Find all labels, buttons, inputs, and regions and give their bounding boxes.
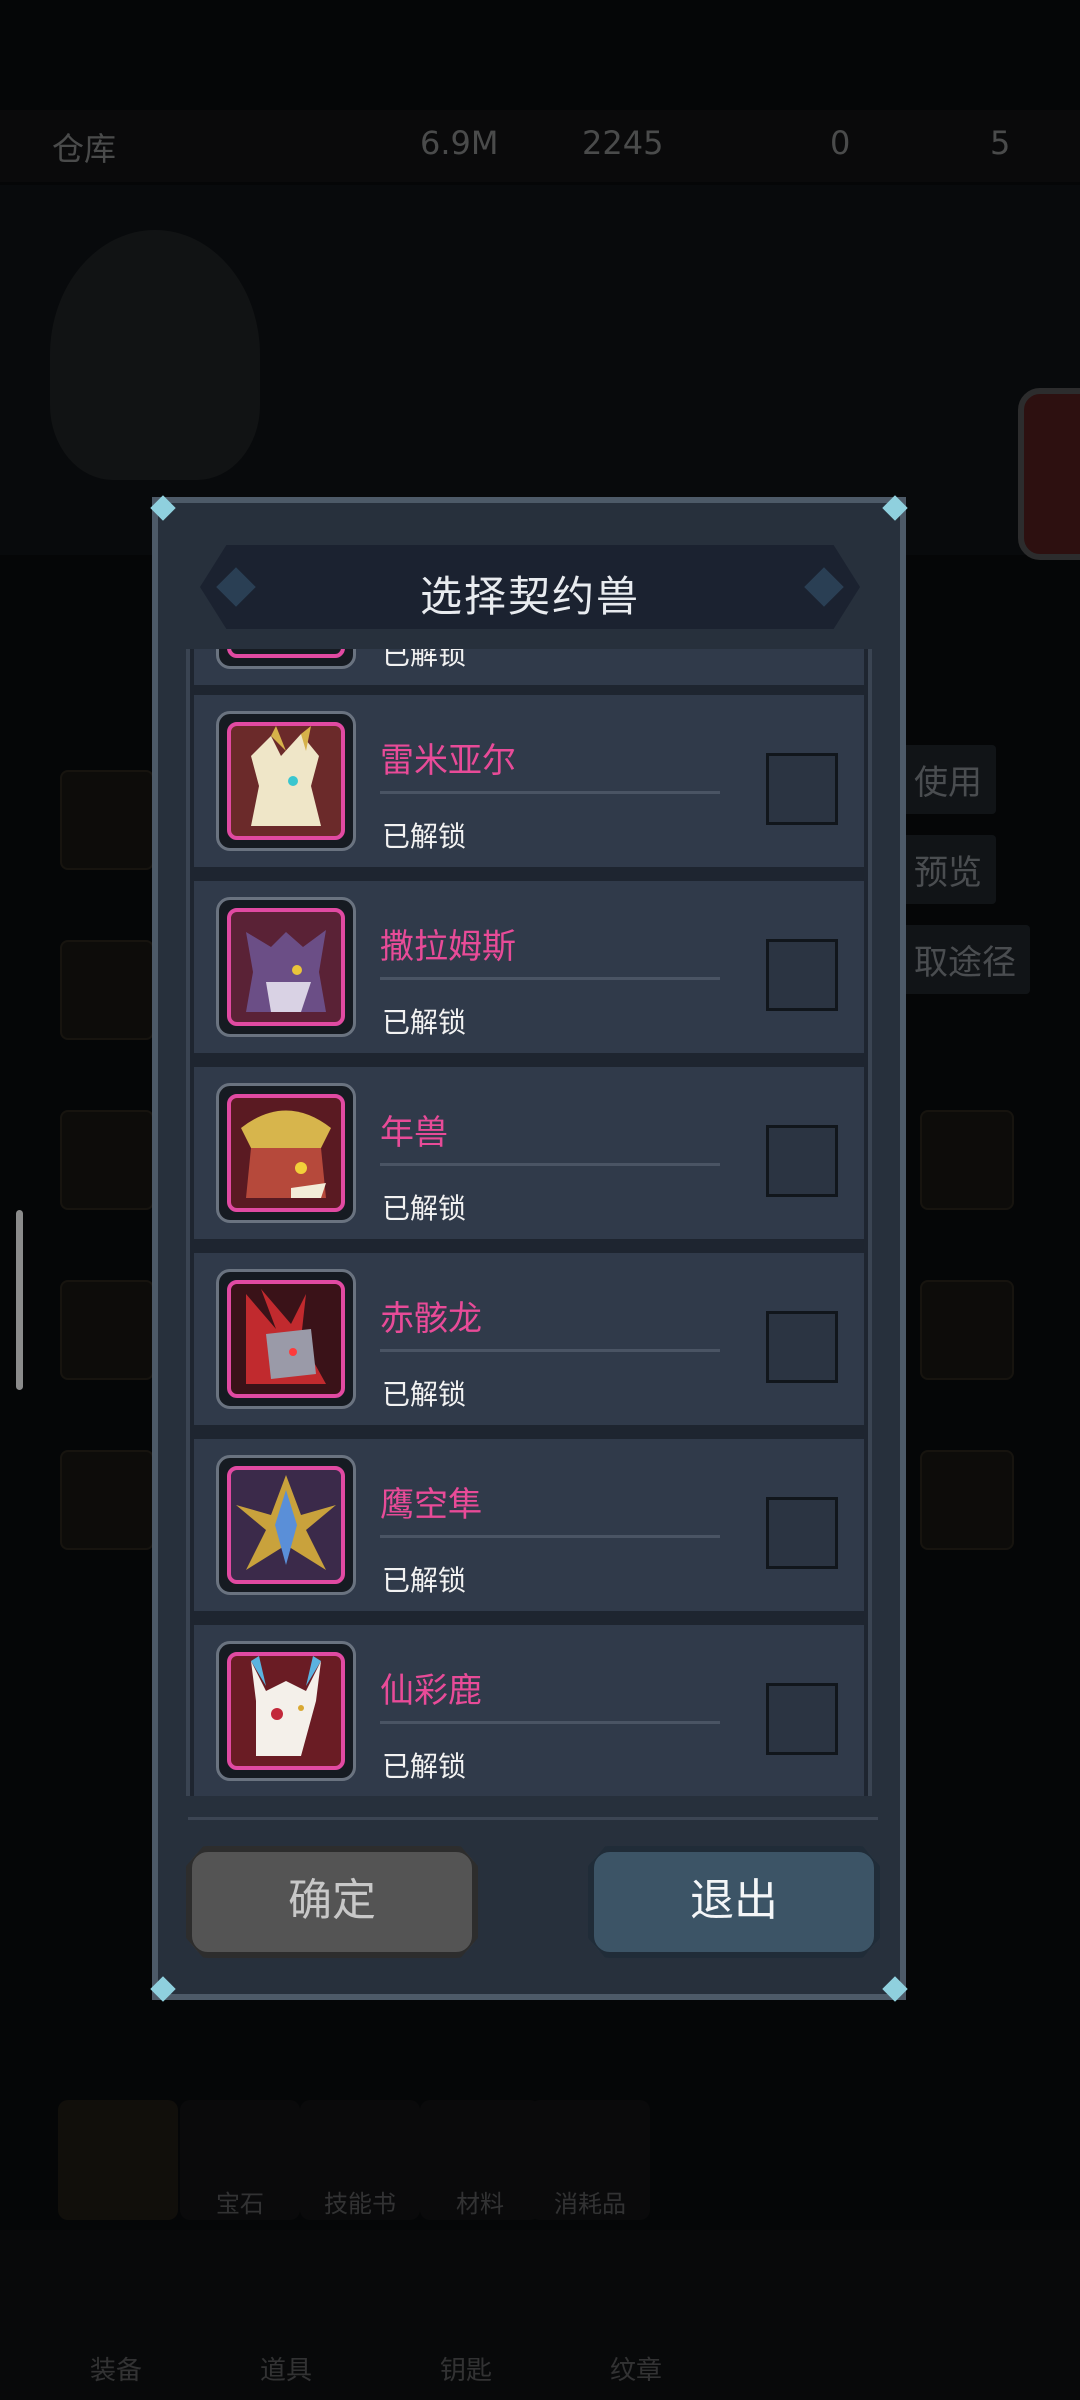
beast-avatar <box>216 711 356 851</box>
beast-name: 赤骸龙 <box>380 1299 482 1339</box>
gem-amount: 2245 <box>582 124 664 162</box>
dialog-title: 选择契约兽 <box>419 572 640 621</box>
select-checkbox[interactable] <box>766 939 838 1011</box>
corner-ornament-icon <box>150 1976 176 2002</box>
select-contract-beast-dialog: 选择契约兽 已解锁 雷米亚尔 已解锁 撒拉姆斯 已解锁 年兽 已解锁 赤骸龙 已… <box>150 495 908 2002</box>
row-divider <box>380 977 720 980</box>
inventory-slot <box>60 1280 154 1380</box>
corner-ornament-icon <box>882 1976 908 2002</box>
list-item[interactable]: 仙彩鹿 已解锁 <box>194 1625 864 1796</box>
category-label: 宝石 <box>216 2190 264 2218</box>
select-checkbox[interactable] <box>766 1683 838 1755</box>
exit-button[interactable]: 退出 <box>588 1846 880 1958</box>
category-label: 消耗品 <box>554 2190 626 2218</box>
unlock-status: 已解锁 <box>382 1750 467 1783</box>
corner-ornament-icon <box>150 495 176 521</box>
list-item[interactable]: 年兽 已解锁 <box>194 1067 864 1239</box>
select-checkbox[interactable] <box>766 1311 838 1383</box>
gold-amount: 6.9M <box>420 124 499 162</box>
inventory-slot <box>60 770 154 870</box>
beast-portrait-frame <box>227 649 345 658</box>
footer-divider <box>188 1817 878 1820</box>
category-tab-materials: 材料 <box>420 2100 540 2220</box>
source-button: 取途径 <box>900 925 1030 994</box>
inventory-slot <box>920 1280 1014 1380</box>
select-checkbox[interactable] <box>766 753 838 825</box>
list-item[interactable]: 已解锁 <box>194 649 864 685</box>
select-checkbox[interactable] <box>766 1497 838 1569</box>
white-spirit-deer-icon <box>227 1652 345 1770</box>
beast-avatar <box>216 897 356 1037</box>
red-golden-horned-beast-icon <box>227 1094 345 1212</box>
beast-avatar <box>216 1083 356 1223</box>
unlock-status: 已解锁 <box>382 1006 467 1039</box>
list-item[interactable]: 赤骸龙 已解锁 <box>194 1253 864 1425</box>
category-label: 技能书 <box>324 2190 396 2218</box>
unlock-status: 已解锁 <box>382 1564 467 1597</box>
unlock-status: 已解锁 <box>382 1378 467 1411</box>
stamina-amount: 0 <box>830 124 851 162</box>
inventory-slot <box>920 1450 1014 1550</box>
inventory-slot <box>60 1450 154 1550</box>
beast-avatar <box>216 1455 356 1595</box>
row-divider <box>380 791 720 794</box>
warehouse-title: 仓库 <box>52 130 117 168</box>
row-divider <box>380 1535 720 1538</box>
row-divider <box>380 1349 720 1352</box>
beast-name: 鹰空隼 <box>380 1485 482 1525</box>
blue-gold-falcon-icon <box>227 1466 345 1584</box>
confirm-button[interactable]: 确定 <box>186 1846 478 1958</box>
side-action-button <box>1018 388 1080 560</box>
select-checkbox[interactable] <box>766 1125 838 1197</box>
white-gold-dragon-icon <box>227 722 345 840</box>
beast-avatar <box>216 649 356 669</box>
corner-ornament-icon <box>882 495 908 521</box>
use-button: 使用 <box>900 745 996 814</box>
beast-list[interactable]: 已解锁 雷米亚尔 已解锁 撒拉姆斯 已解锁 年兽 已解锁 赤骸龙 已解锁 鹰空隼… <box>186 649 872 1796</box>
inventory-slot <box>60 1110 154 1210</box>
bottom-nav: 装备 道具 钥匙 纹章 <box>0 2230 1080 2400</box>
resource-bar: 仓库 6.9M 2245 0 5 <box>0 110 1080 182</box>
category-tab-equipment <box>58 2100 178 2220</box>
beast-avatar <box>216 1641 356 1781</box>
unlock-status: 已解锁 <box>382 1192 467 1225</box>
nav-keys: 钥匙 <box>440 2356 493 2386</box>
list-item[interactable]: 撒拉姆斯 已解锁 <box>194 881 864 1053</box>
ticket-amount: 5 <box>990 124 1011 162</box>
beast-name: 年兽 <box>380 1113 448 1153</box>
title-banner: 选择契约兽 <box>200 545 860 629</box>
nav-emblems: 纹章 <box>610 2356 663 2386</box>
row-divider <box>380 1721 720 1724</box>
unlock-status: 已解锁 <box>382 820 467 853</box>
beast-name: 撒拉姆斯 <box>380 927 516 967</box>
category-label: 材料 <box>456 2190 504 2218</box>
category-tab-consumables: 消耗品 <box>530 2100 650 2220</box>
beast-avatar <box>216 1269 356 1409</box>
beast-name: 雷米亚尔 <box>380 741 516 781</box>
row-divider <box>380 1163 720 1166</box>
list-item[interactable]: 雷米亚尔 已解锁 <box>194 695 864 867</box>
nav-items: 道具 <box>260 2356 313 2386</box>
inventory-slot <box>60 940 154 1040</box>
hero-portrait <box>50 230 260 480</box>
nav-equipment: 装备 <box>90 2356 143 2386</box>
list-item[interactable]: 鹰空隼 已解锁 <box>194 1439 864 1611</box>
edge-scroll-indicator <box>16 1210 23 1390</box>
category-tab-gems: 宝石 <box>180 2100 300 2220</box>
beast-name: 仙彩鹿 <box>380 1671 482 1711</box>
purple-wolf-icon <box>227 908 345 1026</box>
category-tab-skillbooks: 技能书 <box>300 2100 420 2220</box>
preview-button: 预览 <box>900 835 996 904</box>
inventory-slot <box>920 1110 1014 1210</box>
red-bone-dragon-icon <box>227 1280 345 1398</box>
unlock-status: 已解锁 <box>382 649 467 671</box>
